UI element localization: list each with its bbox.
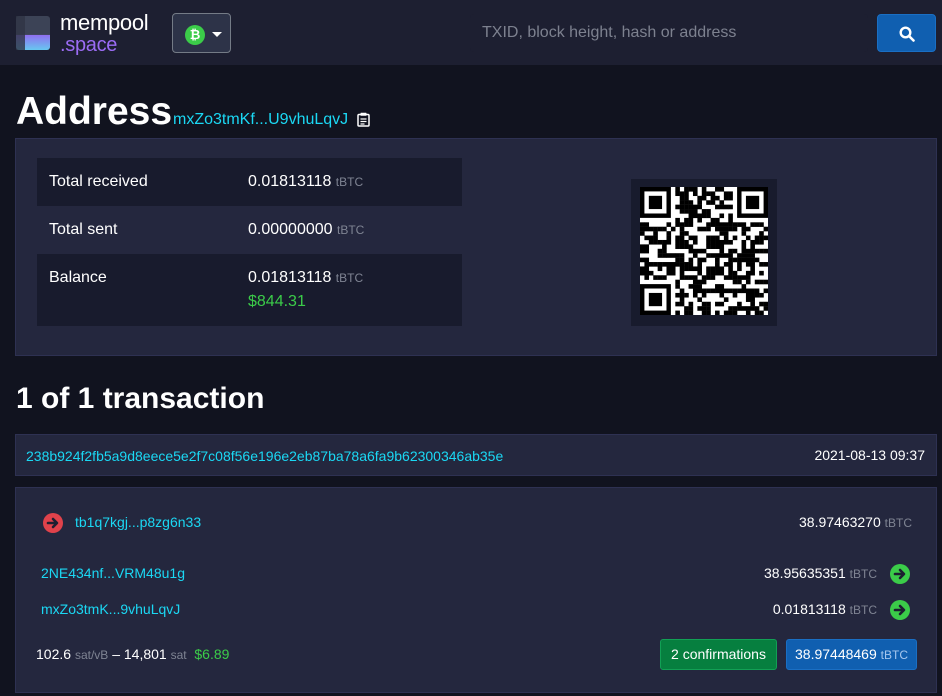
output-amount: 0.01813118 tBTC xyxy=(773,601,877,617)
fee-unit: sat xyxy=(170,648,187,662)
address-link[interactable]: mxZo3tmKf...U9vhuLqvJ xyxy=(173,111,348,129)
fee-separator: – xyxy=(112,646,120,662)
stat-value: 0.01813118 tBTC xyxy=(248,269,363,287)
amount-unit: tBTC xyxy=(849,603,877,617)
transaction-body: tb1q7kgj...p8zg6n33 38.97463270 tBTC 2NE… xyxy=(15,487,937,693)
balance-fiat: $844.31 xyxy=(248,293,306,310)
brand-tld: .space xyxy=(60,34,118,56)
output-arrow-icon[interactable] xyxy=(890,600,910,620)
confirmations-badge[interactable]: 2 confirmations xyxy=(660,639,777,670)
total-amount: 38.97448469 xyxy=(795,646,877,662)
bitcoin-icon: ₿ xyxy=(185,25,205,45)
fee-info: 102.6 sat/vB – 14,801 sat $6.89 xyxy=(36,646,229,662)
fee-rate: 102.6 xyxy=(36,646,72,662)
transaction-header: 238b924f2fb5a9d8eece5e2f7c08f56e196e2eb8… xyxy=(15,434,937,476)
stat-value: 0.00000000 tBTC xyxy=(248,221,364,239)
network-selector-button[interactable]: ₿ xyxy=(172,13,231,53)
qr-code-icon xyxy=(640,187,768,315)
total-amount-badge[interactable]: 38.97448469 tBTC xyxy=(786,639,917,670)
stat-label: Balance xyxy=(49,269,107,286)
output-address-link[interactable]: 2NE434nf...VRM48u1g xyxy=(41,565,185,581)
address-qr-code xyxy=(631,179,777,326)
stat-row-total-received: Total received 0.01813118 tBTC xyxy=(37,158,462,206)
stat-value: 0.01813118 tBTC xyxy=(248,173,363,191)
stat-row-total-sent: Total sent 0.00000000 tBTC xyxy=(37,206,462,254)
input-amount: 38.97463270 tBTC xyxy=(799,514,912,530)
input-address-link[interactable]: tb1q7kgj...p8zg6n33 xyxy=(75,514,201,530)
stat-label: Total sent xyxy=(49,221,118,238)
amount-unit: tBTC xyxy=(335,271,364,285)
fee-rate-unit: sat/vB xyxy=(74,648,109,662)
caret-down-icon xyxy=(212,32,222,37)
output-address-link[interactable]: mxZo3tmK...9vhuLqvJ xyxy=(41,601,180,617)
txid-link[interactable]: 238b924f2fb5a9d8eece5e2f7c08f56e196e2eb8… xyxy=(26,448,503,464)
transaction-time: 2021-08-13 09:37 xyxy=(814,447,925,463)
transaction-count-heading: 1 of 1 transaction xyxy=(16,382,265,415)
amount: 0.01813118 xyxy=(772,601,846,617)
output-arrow-icon[interactable] xyxy=(890,564,910,584)
search-button[interactable] xyxy=(877,14,936,52)
search-input[interactable] xyxy=(470,14,868,52)
fee-amount: 14,801 xyxy=(123,646,167,662)
amount-unit: tBTC xyxy=(336,223,365,237)
mempool-logo-icon[interactable] xyxy=(16,16,50,50)
fee-fiat: $6.89 xyxy=(194,646,230,662)
amount: 0.01813118 xyxy=(248,173,332,190)
top-navbar: mempool .space ₿ xyxy=(0,0,942,65)
brand-name: mempool xyxy=(60,10,149,35)
amount: 0.00000000 xyxy=(248,221,333,238)
page-title: Address xyxy=(16,90,173,133)
amount: 38.97463270 xyxy=(799,514,881,530)
amount: 38.95635351 xyxy=(764,565,846,581)
clipboard-copy-icon[interactable] xyxy=(357,112,370,127)
total-unit: tBTC xyxy=(880,648,908,662)
amount-unit: tBTC xyxy=(849,567,877,581)
address-details-box: Total received 0.01813118 tBTC Total sen… xyxy=(15,138,937,356)
input-arrow-icon[interactable] xyxy=(43,513,63,533)
stat-row-balance: Balance 0.01813118 tBTC $844.31 xyxy=(37,254,462,326)
search-icon xyxy=(899,26,915,42)
stat-label: Total received xyxy=(49,173,148,190)
brand[interactable]: mempool .space xyxy=(60,10,149,56)
output-amount: 38.95635351 tBTC xyxy=(764,565,877,581)
amount-unit: tBTC xyxy=(884,516,912,530)
amount: 0.01813118 xyxy=(248,269,332,286)
amount-unit: tBTC xyxy=(335,175,364,189)
